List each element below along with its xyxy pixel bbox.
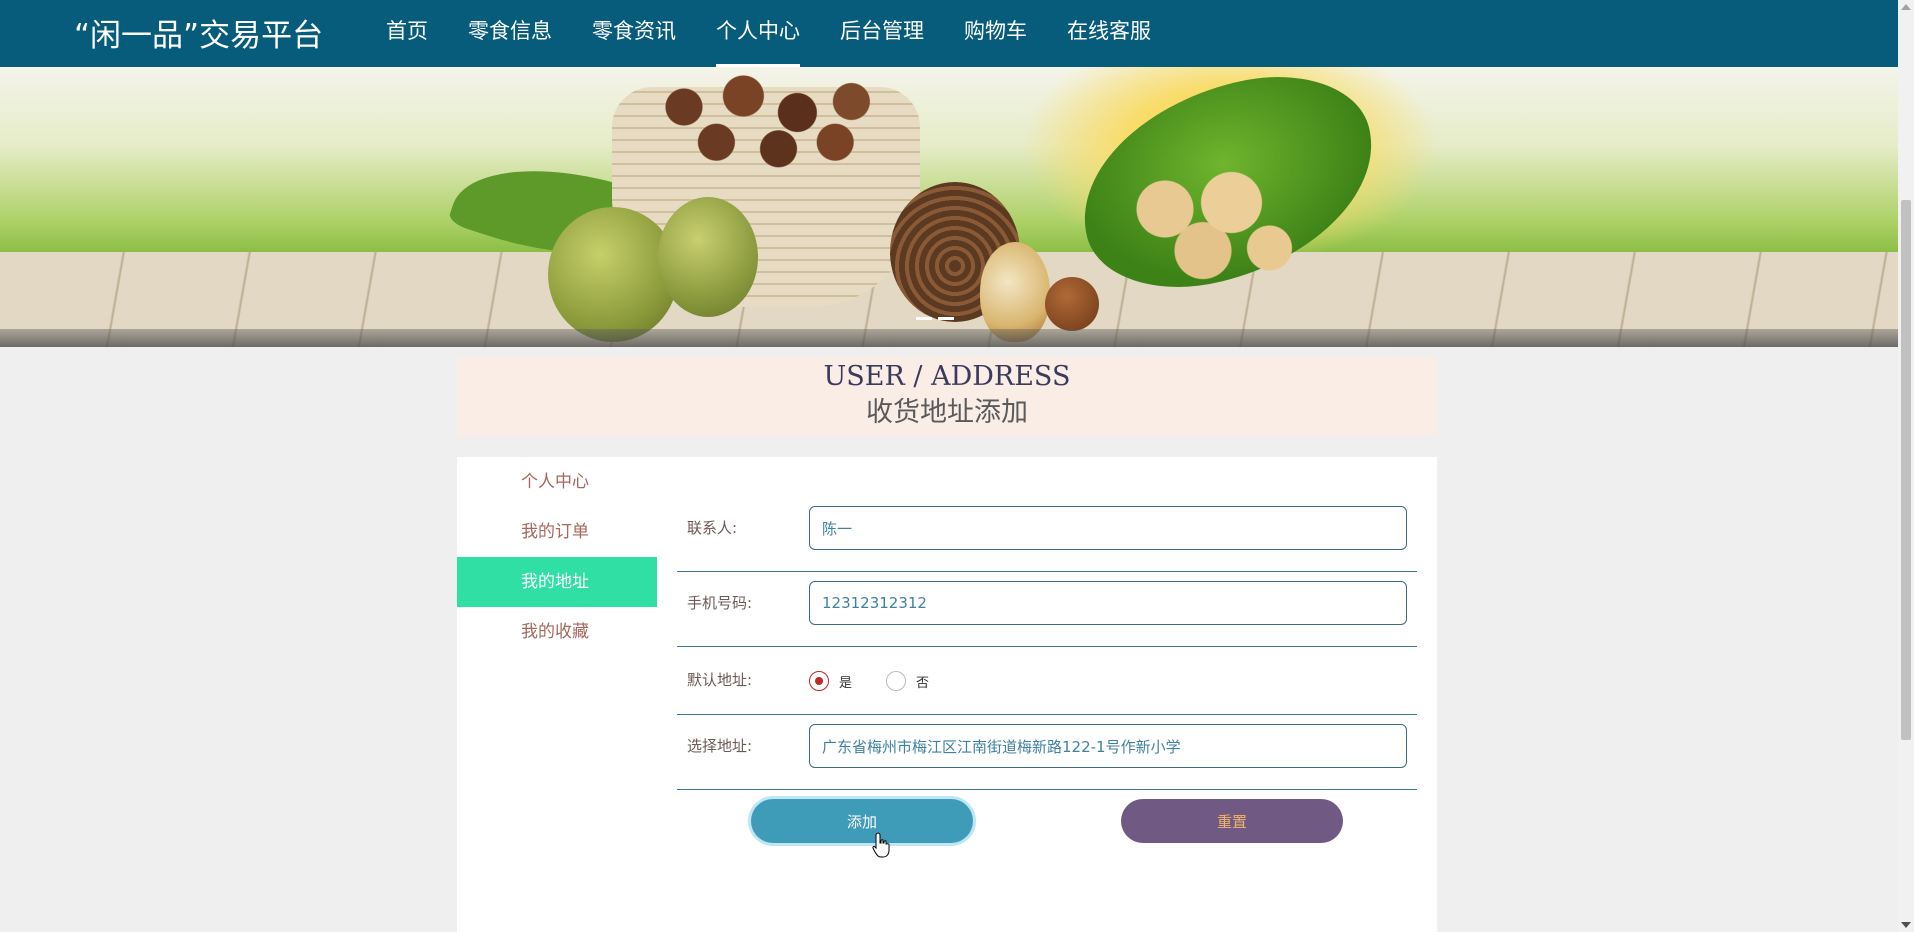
carousel-dot[interactable]	[938, 317, 954, 320]
top-navbar: “闲一品”交易平台 首页 零食信息 零食资讯 个人中心 后台管理 购物车 在线客…	[0, 0, 1898, 67]
reset-button[interactable]: 重置	[1121, 799, 1343, 843]
carousel-indicators	[916, 317, 954, 320]
main-nav: 首页 零食信息 零食资讯 个人中心 后台管理 购物车 在线客服	[366, 0, 1171, 67]
user-sidebar: 个人中心 我的订单 我的地址 我的收藏	[457, 457, 657, 657]
nav-user-center[interactable]: 个人中心	[696, 0, 820, 67]
scrollbar-thumb[interactable]	[1901, 200, 1911, 740]
default-yes-radio[interactable]	[809, 671, 829, 691]
address-panel: 个人中心 我的订单 我的地址 我的收藏 联系人: 手机号码: 默认地址: 是 否…	[457, 457, 1437, 932]
title-english: USER / ADDRESS	[823, 361, 1071, 392]
phone-input[interactable]	[809, 581, 1407, 625]
address-select-input[interactable]	[809, 724, 1407, 768]
nav-home[interactable]: 首页	[366, 0, 448, 67]
form-row-address: 选择地址:	[677, 715, 1417, 790]
form-row-contact: 联系人:	[677, 497, 1417, 572]
address-form: 联系人: 手机号码: 默认地址: 是 否 选择地址:	[677, 497, 1417, 790]
nav-online-service[interactable]: 在线客服	[1047, 0, 1171, 67]
add-button[interactable]: 添加	[751, 799, 973, 843]
hand-cursor-icon	[872, 832, 890, 858]
banner-pecans	[630, 67, 900, 173]
banner-almond	[980, 242, 1050, 342]
default-no-radio[interactable]	[886, 671, 907, 691]
form-row-default: 默认地址: 是 否	[677, 647, 1417, 715]
sidebar-item-user-center[interactable]: 个人中心	[457, 457, 657, 507]
default-yes-label[interactable]: 是	[839, 672, 852, 691]
sidebar-item-orders[interactable]: 我的订单	[457, 507, 657, 557]
banner-hazelnut	[1045, 277, 1099, 331]
contact-input[interactable]	[809, 506, 1407, 550]
contact-label: 联系人:	[687, 519, 738, 537]
site-brand[interactable]: “闲一品”交易平台	[74, 10, 323, 55]
banner-walnuts	[1108, 157, 1298, 287]
address-label: 选择地址:	[687, 737, 753, 755]
phone-label: 手机号码:	[687, 594, 753, 612]
nav-snack-news[interactable]: 零食资讯	[572, 0, 696, 67]
section-title: USER / ADDRESS 收货地址添加	[457, 357, 1437, 435]
default-radio-group: 是 否	[809, 671, 963, 691]
title-chinese: 收货地址添加	[866, 397, 1028, 428]
banner-carousel[interactable]	[0, 67, 1898, 347]
default-label: 默认地址:	[687, 671, 753, 689]
banner-shadow	[0, 329, 1898, 347]
sidebar-item-favorites[interactable]: 我的收藏	[457, 607, 657, 657]
sidebar-item-address[interactable]: 我的地址	[457, 557, 657, 607]
nav-admin[interactable]: 后台管理	[820, 0, 944, 67]
nav-snack-info[interactable]: 零食信息	[448, 0, 572, 67]
form-row-phone: 手机号码:	[677, 572, 1417, 647]
nav-cart[interactable]: 购物车	[944, 0, 1047, 67]
scroll-down-arrow-icon[interactable]	[1901, 922, 1911, 928]
banner-green-nut	[658, 197, 758, 317]
scroll-up-arrow-icon[interactable]	[1901, 4, 1911, 10]
default-no-label[interactable]: 否	[916, 672, 929, 691]
carousel-dot[interactable]	[916, 317, 932, 320]
banner-green-nut	[548, 207, 678, 342]
page-scrollbar[interactable]	[1898, 0, 1914, 932]
